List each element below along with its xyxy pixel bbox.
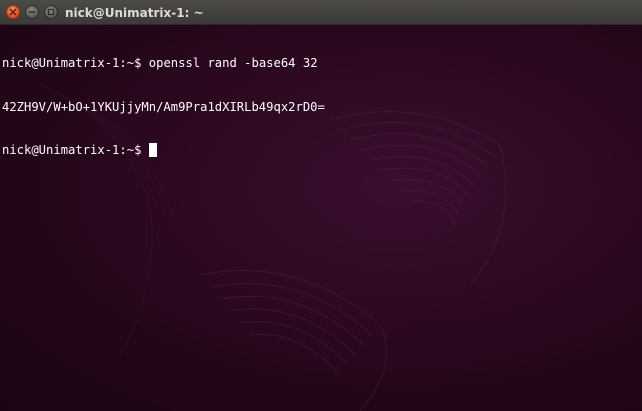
maximize-icon [47, 8, 55, 16]
terminal-line: nick@Unimatrix-1:~$ openssl rand -base64… [2, 56, 325, 71]
minimize-button[interactable] [25, 5, 39, 19]
close-button[interactable] [6, 5, 20, 19]
text-cursor [149, 143, 158, 157]
window-title: nick@Unimatrix-1: ~ [65, 6, 204, 20]
command-text: openssl rand -base64 32 [148, 56, 318, 70]
terminal-line: nick@Unimatrix-1:~$ [2, 143, 325, 158]
shell-prompt: nick@Unimatrix-1:~$ [2, 56, 142, 70]
command-output: 42ZH9V/W+bO+1YKUjjyMn/Am9Pra1dXIRLb49qx2… [2, 99, 325, 114]
terminal-window: nick@Unimatrix-1: ~ nick@Unimatrix-1:~$ … [0, 0, 642, 411]
close-icon [9, 8, 17, 16]
maximize-button[interactable] [44, 5, 58, 19]
terminal-line: 42ZH9V/W+bO+1YKUjjyMn/Am9Pra1dXIRLb49qx2… [2, 100, 325, 115]
minimize-icon [28, 11, 36, 13]
terminal-output: nick@Unimatrix-1:~$ openssl rand -base64… [2, 27, 325, 187]
terminal-area[interactable]: nick@Unimatrix-1:~$ openssl rand -base64… [0, 25, 642, 411]
shell-prompt: nick@Unimatrix-1:~$ [2, 143, 142, 157]
title-bar[interactable]: nick@Unimatrix-1: ~ [0, 0, 642, 25]
